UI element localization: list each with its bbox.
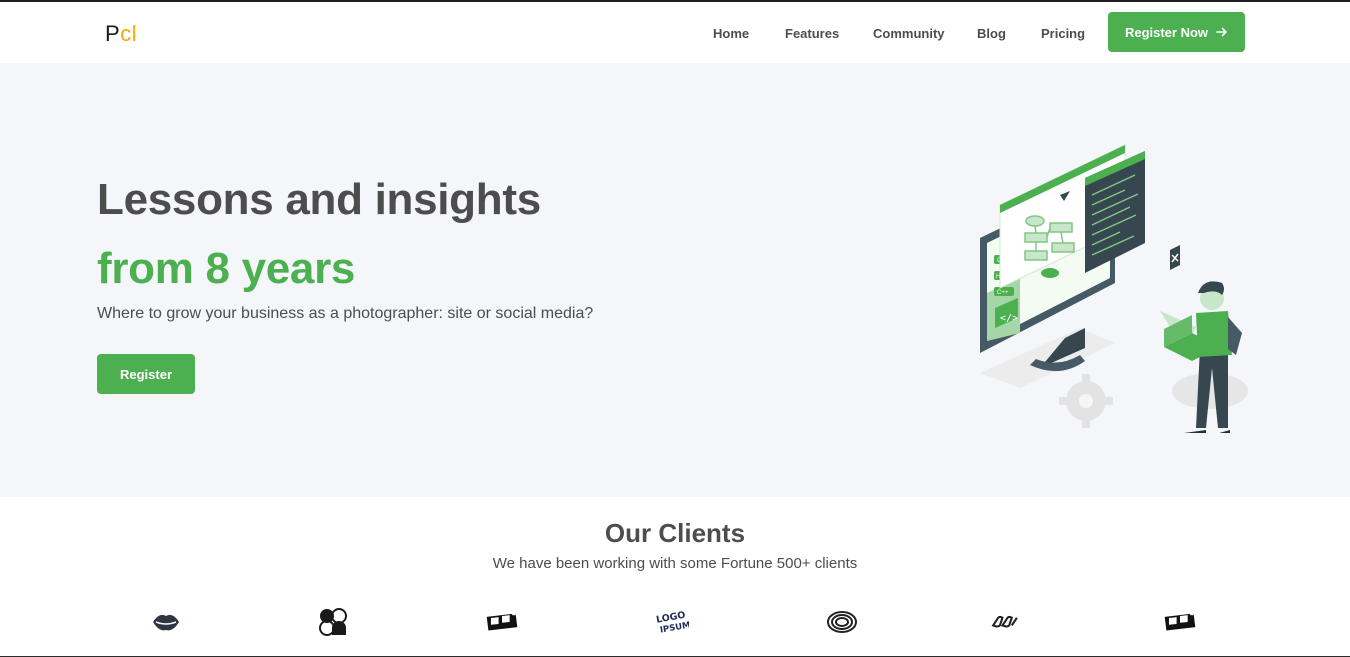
page: Pcl Home Features Community Blog Pricing… bbox=[0, 0, 1350, 657]
clients-subtitle: We have been working with some Fortune 5… bbox=[492, 555, 858, 572]
person-shoes bbox=[1184, 430, 1230, 433]
person-figure bbox=[1160, 281, 1242, 433]
person-arm bbox=[1228, 317, 1242, 355]
label-cpp: C++ bbox=[997, 290, 1009, 296]
gear-icon bbox=[1059, 374, 1113, 428]
hero-title-accent: from 8 years bbox=[97, 244, 356, 293]
hero-section: Lessons and insights from 8 years Where … bbox=[0, 63, 1350, 497]
register-now-label: Register Now bbox=[1124, 24, 1209, 40]
hero-title: Lessons and insights bbox=[97, 175, 541, 224]
logo-letters-cl: cl bbox=[120, 21, 138, 46]
nav-features[interactable]: Features bbox=[785, 26, 839, 41]
logo-ipsum-icon: LOGO IPSUM bbox=[655, 606, 689, 638]
close-icon bbox=[1170, 245, 1180, 270]
nav-blog[interactable]: Blog bbox=[977, 26, 1006, 41]
chain-logo-icon bbox=[988, 606, 1022, 638]
register-button-label: Register bbox=[119, 366, 173, 382]
nav-pricing[interactable]: Pricing bbox=[1041, 26, 1085, 41]
developer-illustration: </> CSS HTML C++ bbox=[980, 144, 1248, 433]
register-button[interactable]: Register bbox=[97, 354, 195, 394]
hero-subtitle: Where to grow your business as a photogr… bbox=[97, 305, 594, 322]
arrow-right-icon bbox=[1216, 26, 1228, 38]
flower-logo-icon bbox=[316, 606, 350, 638]
register-now-button[interactable]: Register Now bbox=[1108, 12, 1245, 52]
spiral-logo-icon bbox=[825, 606, 859, 638]
nav-community[interactable]: Community bbox=[873, 26, 945, 41]
logo-letter-p: P bbox=[105, 21, 121, 46]
block-logo-icon bbox=[1163, 606, 1197, 638]
lips-logo-icon bbox=[149, 606, 183, 638]
nav-home[interactable]: Home bbox=[713, 26, 749, 41]
code-tag-glyph: </> bbox=[1000, 313, 1018, 324]
clients-title: Our Clients bbox=[604, 518, 746, 548]
site-logo[interactable]: Pcl bbox=[105, 21, 137, 47]
block-logo-icon bbox=[485, 606, 519, 638]
site-header: Pcl Home Features Community Blog Pricing… bbox=[0, 2, 1350, 63]
